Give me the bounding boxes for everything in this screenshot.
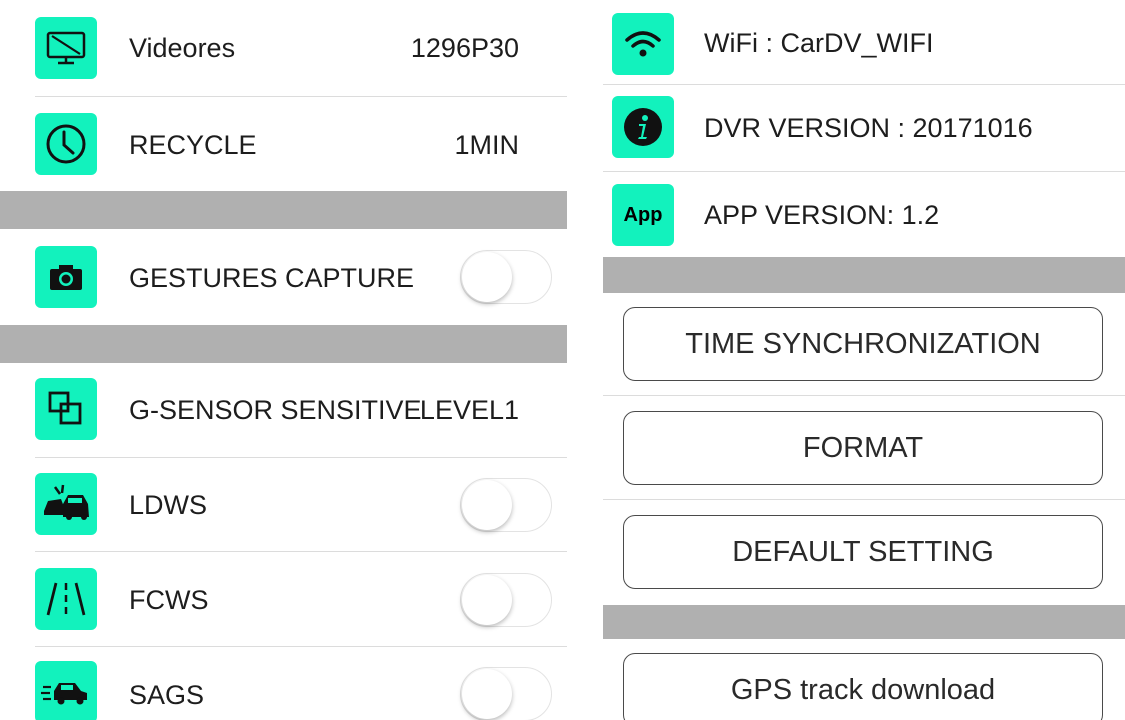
default-setting-button[interactable]: DEFAULT SETTING	[623, 515, 1103, 589]
camera-icon	[35, 246, 97, 308]
dvr-version-label: DVR VERSION : 20171016	[704, 113, 1033, 143]
videores-row[interactable]: Videores 1296P30	[0, 0, 567, 96]
ldws-row: LDWS	[0, 458, 567, 551]
gestures-capture-row: GESTURES CAPTURE	[0, 229, 567, 325]
videores-label: Videores	[129, 33, 236, 63]
recycle-label: RECYCLE	[129, 130, 257, 160]
app-version-row: App APP VERSION: 1.2	[603, 172, 1125, 257]
sags-row: SAGS	[0, 647, 567, 720]
videores-value: 1296P30	[410, 33, 519, 63]
toggle-knob	[462, 669, 512, 719]
settings-list-right: WiFi : CarDV_WIFI DVR VERSION : 20171016…	[603, 0, 1125, 720]
gestures-capture-toggle[interactable]	[460, 250, 552, 304]
app-version-label: APP VERSION: 1.2	[704, 200, 940, 230]
section-separator	[0, 325, 567, 363]
g-sensor-row[interactable]: G-SENSOR SENSITIVE LEVEL1	[0, 363, 567, 457]
recycle-value: 1MIN	[454, 130, 519, 160]
road-lanes-icon	[35, 568, 97, 630]
divider	[603, 499, 1125, 500]
toggle-knob	[462, 480, 512, 530]
gestures-capture-label: GESTURES CAPTURE	[129, 263, 415, 293]
gps-track-download-button[interactable]: GPS track download	[623, 653, 1103, 720]
wifi-icon	[612, 13, 674, 75]
sags-label: SAGS	[129, 680, 205, 710]
dvr-version-row: DVR VERSION : 20171016	[603, 85, 1125, 171]
wifi-row: WiFi : CarDV_WIFI	[603, 0, 1125, 84]
time-synchronization-button[interactable]: TIME SYNCHRONIZATION	[623, 307, 1103, 381]
fcws-row: FCWS	[0, 552, 567, 646]
sags-toggle[interactable]	[460, 667, 552, 720]
overlap-squares-icon	[35, 378, 97, 440]
settings-list-left: Videores 1296P30 RECYCLE 1MIN GESTURES C…	[0, 0, 567, 720]
ldws-label: LDWS	[129, 490, 208, 520]
fcws-label: FCWS	[129, 585, 209, 615]
g-sensor-label: G-SENSOR SENSITIVE	[129, 395, 422, 425]
recycle-row[interactable]: RECYCLE 1MIN	[0, 97, 567, 191]
section-separator	[603, 605, 1125, 639]
fcws-toggle[interactable]	[460, 573, 552, 627]
format-button[interactable]: FORMAT	[623, 411, 1103, 485]
ldws-toggle[interactable]	[460, 478, 552, 532]
moving-car-icon	[35, 661, 97, 720]
info-icon	[612, 96, 674, 158]
car-crash-icon	[35, 473, 97, 535]
g-sensor-value: LEVEL1	[419, 395, 519, 425]
app-icon: App	[612, 184, 674, 246]
panel-gutter	[567, 0, 603, 720]
divider	[603, 395, 1125, 396]
section-separator	[0, 191, 567, 229]
toggle-knob	[462, 252, 512, 302]
wifi-label: WiFi : CarDV_WIFI	[704, 28, 934, 58]
toggle-knob	[462, 575, 512, 625]
clock-icon	[35, 113, 97, 175]
monitor-icon	[35, 17, 97, 79]
section-separator	[603, 257, 1125, 293]
